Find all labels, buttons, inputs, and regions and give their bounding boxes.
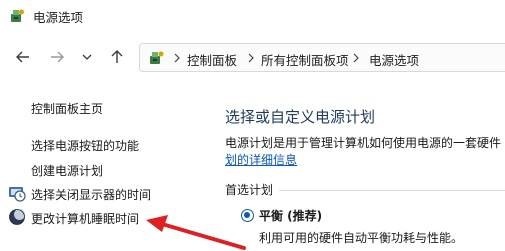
power-options-icon xyxy=(11,9,24,22)
breadcrumb-power-options[interactable]: 电源选项 xyxy=(369,50,419,69)
control-panel-icon xyxy=(150,51,164,64)
sidebar-item-display-off-time[interactable]: 选择关闭显示器的时间 xyxy=(31,186,151,203)
preferred-plans-label: 首选计划 xyxy=(225,181,280,198)
up-button[interactable] xyxy=(106,46,128,68)
address-bar[interactable]: 控制面板 所有控制面板项 电源选项 xyxy=(139,43,505,72)
main-content: 选择或自定义电源计划 电源计划是用于管理计算机如何使用电源的一套硬件 划的详细信… xyxy=(215,86,505,251)
back-button[interactable] xyxy=(12,46,34,68)
sidebar-item-sleep-time[interactable]: 更改计算机睡眠时间 xyxy=(31,210,139,227)
plan-description: 利用可用的硬件自动平衡功耗与性能。 xyxy=(259,231,464,245)
arrow-left-icon xyxy=(16,51,29,63)
chevron-down-icon xyxy=(82,54,92,60)
breadcrumb-control-panel[interactable]: 控制面板 xyxy=(187,50,237,69)
chevron-right-icon xyxy=(353,53,359,63)
sidebar-item-control-panel-home[interactable]: 控制面板主页 xyxy=(31,100,103,117)
clock-icon xyxy=(9,187,26,202)
window-title: 电源选项 xyxy=(33,10,84,25)
arrow-right-icon xyxy=(51,51,64,63)
chevron-right-icon xyxy=(248,53,254,63)
moon-icon xyxy=(9,209,25,225)
annotation-arrow xyxy=(146,215,246,250)
title-bar: 电源选项 xyxy=(0,0,505,32)
page-description: 电源计划是用于管理计算机如何使用电源的一套硬件 xyxy=(225,136,502,150)
sidebar-item-create-plan[interactable]: 创建电源计划 xyxy=(31,162,103,179)
sidebar-item-power-button[interactable]: 选择电源按钮的功能 xyxy=(31,137,139,154)
recent-locations-button[interactable] xyxy=(76,46,98,68)
arrow-up-icon xyxy=(111,50,123,63)
details-link[interactable]: 划的详细信息 xyxy=(225,151,297,168)
forward-button[interactable] xyxy=(46,46,68,68)
page-title: 选择或自定义电源计划 xyxy=(225,108,376,126)
navigation-bar: 控制面板 所有控制面板项 电源选项 xyxy=(0,40,505,76)
plan-name[interactable]: 平衡 (推荐) xyxy=(259,207,322,224)
breadcrumb-all-items[interactable]: 所有控制面板项 xyxy=(261,50,349,69)
chevron-right-icon xyxy=(174,53,180,63)
